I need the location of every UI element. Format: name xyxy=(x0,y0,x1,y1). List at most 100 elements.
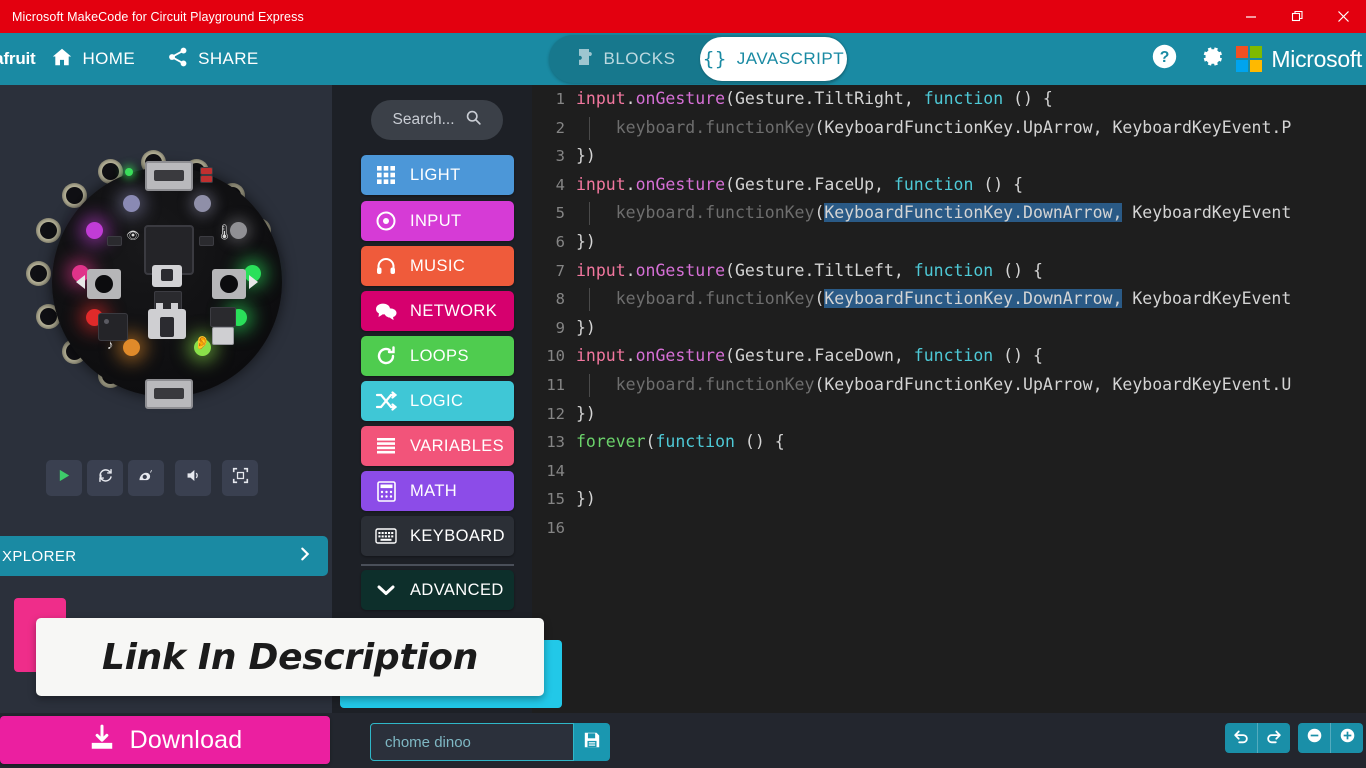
explorer-bar[interactable]: XPLORER xyxy=(0,536,328,576)
code-line[interactable]: 3}) xyxy=(532,142,1366,171)
search-placeholder: Search... xyxy=(392,111,455,128)
zoom-in-button[interactable] xyxy=(1331,723,1363,753)
code-line[interactable]: 4 input.onGesture(Gesture.FaceUp, functio… xyxy=(532,171,1366,200)
code-line[interactable]: 2 keyboard.functionKey(KeyboardFunctionK… xyxy=(532,114,1366,143)
code-token: keyboard xyxy=(576,374,696,394)
eye-icon: 👁 xyxy=(126,230,140,242)
tab-blocks[interactable]: BLOCKS xyxy=(557,37,696,81)
code-line[interactable]: 16 xyxy=(532,514,1366,543)
code-token: }) xyxy=(576,231,596,251)
category-math-label: MATH xyxy=(410,481,458,500)
save-button[interactable] xyxy=(574,723,610,761)
code-token: KeyboardKeyEvent xyxy=(1122,203,1292,223)
close-button[interactable] xyxy=(1320,0,1366,33)
button-b[interactable] xyxy=(212,269,246,299)
category-network[interactable]: NETWORK xyxy=(361,291,514,331)
code-line[interactable]: 13 forever(function () { xyxy=(532,428,1366,457)
menu-item-home-label: HOME xyxy=(82,49,136,68)
code-token: input xyxy=(576,89,626,108)
help-button[interactable]: ? xyxy=(1140,33,1188,85)
code-line[interactable]: 11 keyboard.functionKey(KeyboardFunction… xyxy=(532,371,1366,400)
puzzle-icon xyxy=(578,48,594,71)
explorer-label: XPLORER xyxy=(2,547,77,565)
code-line[interactable]: 1 input.onGesture(Gesture.TiltRight, func… xyxy=(532,85,1366,114)
keyboard-icon xyxy=(374,524,398,548)
mute-button[interactable] xyxy=(175,460,211,496)
menu-item-home[interactable]: HOME xyxy=(35,33,151,85)
svg-text:?: ? xyxy=(1160,49,1170,66)
editor-action-buttons xyxy=(1225,723,1363,753)
zoom-out-button[interactable] xyxy=(1298,723,1330,753)
category-math[interactable]: MATH xyxy=(361,471,514,511)
line-number: 10 xyxy=(546,347,565,366)
microphone-chip xyxy=(212,327,234,345)
code-token: (Gesture.FaceDown, xyxy=(725,346,914,366)
floppy-disk-icon xyxy=(583,731,601,754)
category-logic[interactable]: LOGIC xyxy=(361,381,514,421)
gear-icon xyxy=(1199,43,1226,75)
undo-button[interactable] xyxy=(1225,723,1257,753)
slide-switch[interactable] xyxy=(152,265,182,287)
code-token: onGesture xyxy=(635,346,726,366)
usb-connector-top xyxy=(145,161,193,191)
download-button[interactable]: Download xyxy=(0,716,330,764)
code-line-text: keyboard.functionKey(KeyboardFunctionKey… xyxy=(576,371,1292,400)
category-advanced[interactable]: ADVANCED xyxy=(361,570,514,610)
category-light[interactable]: LIGHT xyxy=(361,155,514,195)
button-a[interactable] xyxy=(87,269,121,299)
tab-javascript-label: JAVASCRIPT xyxy=(736,49,845,68)
category-music-label: MUSIC xyxy=(410,256,466,275)
minimize-button[interactable] xyxy=(1228,0,1274,33)
tab-javascript[interactable]: {} JAVASCRIPT xyxy=(700,37,847,81)
category-input[interactable]: INPUT xyxy=(361,201,514,241)
brand-logo[interactable]: dafruit xyxy=(0,49,36,69)
chat-icon xyxy=(374,299,398,323)
code-line[interactable]: 14 xyxy=(532,457,1366,486)
code-token: function xyxy=(923,89,1004,108)
project-name-input[interactable]: chome dinoo xyxy=(370,723,574,761)
redo-button[interactable] xyxy=(1258,723,1290,753)
search-input[interactable]: Search... xyxy=(371,100,503,140)
code-token: onGesture xyxy=(635,174,726,194)
code-line[interactable]: 8 keyboard.functionKey(KeyboardFunctionK… xyxy=(532,285,1366,314)
zoom-group xyxy=(1298,723,1363,753)
code-editor[interactable]: 1 input.onGesture(Gesture.TiltRight, func… xyxy=(532,85,1366,768)
grid-icon xyxy=(374,163,398,187)
run-button[interactable] xyxy=(46,460,82,496)
window-controls xyxy=(1228,0,1366,33)
code-content[interactable]: 1 input.onGesture(Gesture.TiltRight, func… xyxy=(532,85,1366,705)
slow-motion-button[interactable] xyxy=(128,460,164,496)
fullscreen-button[interactable] xyxy=(222,460,258,496)
category-keyboard-label: KEYBOARD xyxy=(410,526,505,545)
line-number: 2 xyxy=(555,118,565,137)
maximize-button[interactable] xyxy=(1274,0,1320,33)
code-line[interactable]: 10 input.onGesture(Gesture.FaceDown, func… xyxy=(532,342,1366,371)
code-line[interactable]: 7 input.onGesture(Gesture.TiltLeft, funct… xyxy=(532,257,1366,286)
settings-button[interactable] xyxy=(1188,33,1236,85)
microsoft-logo[interactable]: Microsoft xyxy=(1236,46,1366,73)
category-music[interactable]: MUSIC xyxy=(361,246,514,286)
circuit-playground-board[interactable]: 👁 🌡 ♪ 👂 xyxy=(26,150,304,415)
menu-item-share[interactable]: SHARE xyxy=(151,33,275,85)
code-line[interactable]: 6}) xyxy=(532,228,1366,257)
code-line[interactable]: 5 keyboard.functionKey(KeyboardFunctionK… xyxy=(532,199,1366,228)
restart-button[interactable] xyxy=(87,460,123,496)
undo-redo-group xyxy=(1225,723,1290,753)
code-line[interactable]: 9}) xyxy=(532,314,1366,343)
code-token: onGesture xyxy=(635,89,726,108)
light-sensor-chip xyxy=(107,236,122,246)
download-icon xyxy=(88,724,116,757)
category-loops[interactable]: LOOPS xyxy=(361,336,514,376)
makecode-window: Microsoft MakeCode for Circuit Playgroun… xyxy=(0,0,1366,768)
category-logic-label: LOGIC xyxy=(410,391,464,410)
code-token: }) xyxy=(576,489,596,509)
editor-mode-toggle: BLOCKS {} JAVASCRIPT xyxy=(549,35,847,83)
category-variables[interactable]: VARIABLES xyxy=(361,426,514,466)
code-token: input xyxy=(576,260,626,280)
category-keyboard[interactable]: KEYBOARD xyxy=(361,516,514,556)
code-line[interactable]: 15}) xyxy=(532,485,1366,514)
microsoft-squares-icon xyxy=(1236,46,1263,72)
code-line[interactable]: 12}) xyxy=(532,400,1366,429)
redo-icon xyxy=(1265,727,1283,750)
magnifier-icon xyxy=(465,109,482,131)
